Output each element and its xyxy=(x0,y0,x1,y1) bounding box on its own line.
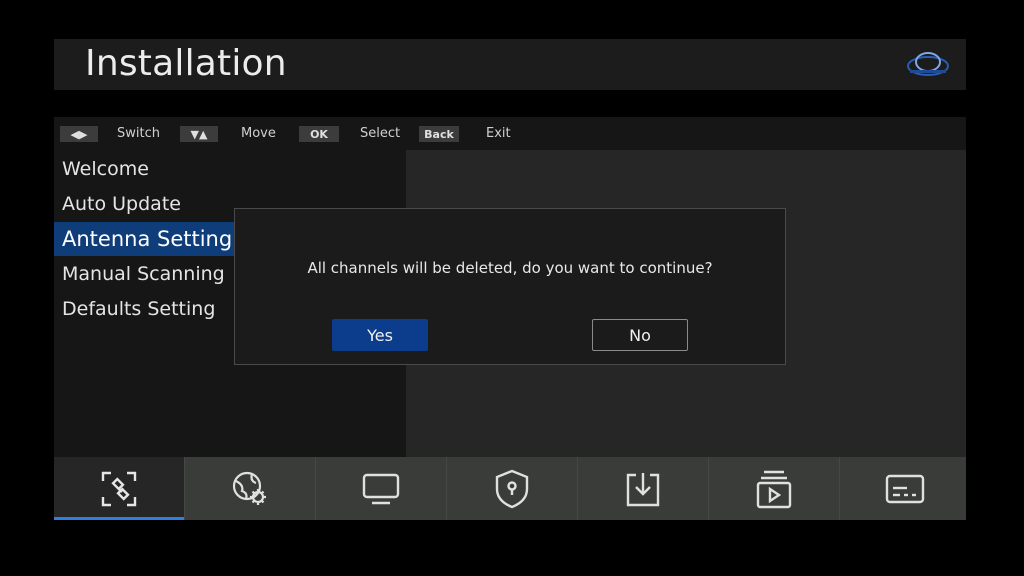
tab-network[interactable] xyxy=(185,457,315,520)
yes-button[interactable]: Yes xyxy=(332,319,428,351)
up-down-key: ▼▲ xyxy=(180,126,218,142)
ok-key: OK xyxy=(299,126,339,142)
media-playlist-icon xyxy=(756,470,792,508)
hint-switch: Switch xyxy=(117,126,160,141)
tab-update[interactable] xyxy=(578,457,708,520)
brand-logo-icon xyxy=(907,52,949,76)
menu-item-defaults-setting[interactable]: Defaults Setting xyxy=(54,292,234,326)
no-button[interactable]: No xyxy=(592,319,688,351)
active-tab-indicator xyxy=(54,517,184,520)
header-bar: Installation xyxy=(54,39,966,90)
menu-item-auto-update[interactable]: Auto Update xyxy=(54,187,234,221)
menu-item-welcome[interactable]: Welcome xyxy=(54,152,234,186)
menu-item-antenna-setting[interactable]: Antenna Setting xyxy=(54,222,234,256)
bottom-tab-bar xyxy=(54,457,966,520)
hint-move: Move xyxy=(241,126,276,141)
shield-lock-icon xyxy=(495,469,529,508)
page-title: Installation xyxy=(85,43,287,84)
back-key: Back xyxy=(419,126,459,142)
key-hint-bar: ◀▶ Switch ▼▲ Move OK Select Back Exit xyxy=(54,117,966,150)
menu-item-manual-scanning[interactable]: Manual Scanning xyxy=(54,257,234,291)
tab-media[interactable] xyxy=(709,457,839,520)
tab-security[interactable] xyxy=(447,457,577,520)
satellite-icon xyxy=(101,471,137,506)
subtitle-card-icon xyxy=(885,474,925,503)
tab-installation[interactable] xyxy=(54,457,184,520)
dialog-message: All channels will be deleted, do you wan… xyxy=(307,259,713,277)
confirm-dialog: All channels will be deleted, do you wan… xyxy=(234,208,786,365)
left-right-key: ◀▶ xyxy=(60,126,98,142)
hint-exit: Exit xyxy=(486,126,511,141)
hint-select: Select xyxy=(360,126,401,141)
tab-subtitles[interactable] xyxy=(840,457,970,520)
tab-display[interactable] xyxy=(316,457,446,520)
download-icon xyxy=(626,472,660,506)
globe-settings-icon xyxy=(232,471,266,505)
tv-icon xyxy=(362,473,400,504)
